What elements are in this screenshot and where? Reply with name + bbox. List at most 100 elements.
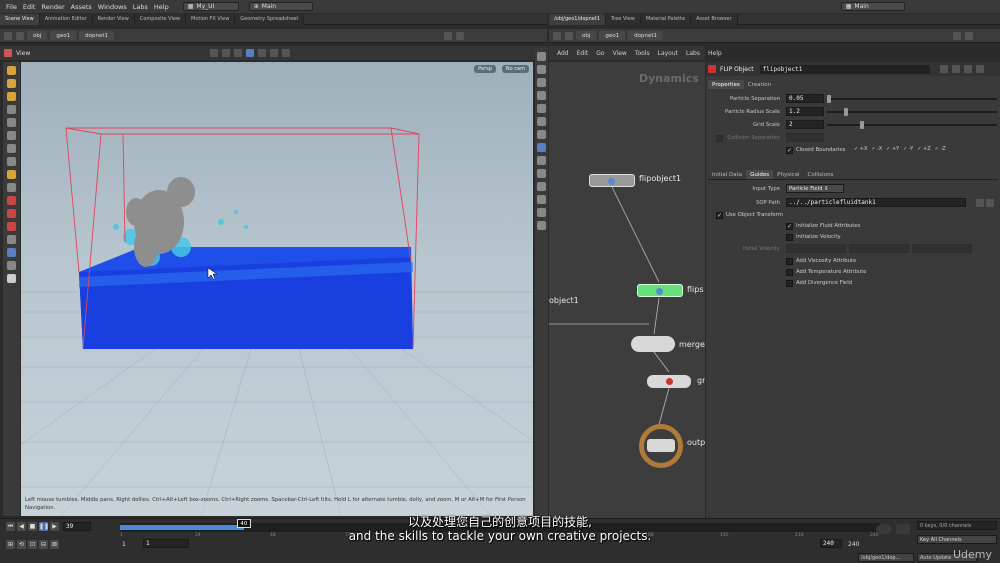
- move-tool-icon[interactable]: [7, 79, 16, 88]
- tab-properties[interactable]: Properties: [708, 80, 744, 89]
- particle-radius-knob[interactable]: [843, 108, 848, 116]
- shading-tool-icon[interactable]: [7, 274, 16, 283]
- display-icon-11[interactable]: [537, 182, 546, 191]
- select-tool-icon[interactable]: [7, 66, 16, 75]
- display-icon-10[interactable]: [537, 169, 546, 178]
- no-cam-button[interactable]: No cam: [501, 65, 529, 73]
- particle-separation-knob[interactable]: [827, 95, 831, 103]
- select-mode-icon[interactable]: [246, 49, 255, 57]
- light-tool-icon[interactable]: [7, 170, 16, 179]
- boundary-px[interactable]: ✓ +X: [854, 146, 867, 152]
- node-output[interactable]: [639, 424, 683, 468]
- snap-icon[interactable]: [210, 49, 219, 57]
- crumb-dopnet1[interactable]: dopnet1: [79, 31, 115, 40]
- view-tool-icon[interactable]: [7, 131, 16, 140]
- rotate-tool-icon[interactable]: [7, 92, 16, 101]
- desktop-select-right[interactable]: ▦ Main: [840, 2, 905, 11]
- net-menu-tools[interactable]: Tools: [635, 50, 650, 57]
- pin-icon[interactable]: [444, 31, 453, 40]
- tab-initial-data[interactable]: Initial Data: [708, 170, 746, 179]
- lock-icon[interactable]: [270, 49, 279, 57]
- ghost-tool-icon[interactable]: [7, 261, 16, 270]
- menu-file[interactable]: File: [6, 3, 17, 11]
- particle-separation-slider[interactable]: [827, 98, 997, 100]
- menu-labs[interactable]: Labs: [133, 3, 148, 11]
- net-menu-go[interactable]: Go: [596, 50, 604, 57]
- display-icon-8[interactable]: [537, 143, 546, 152]
- particle-radius-field[interactable]: 1.2: [786, 107, 824, 116]
- node-flip-solver[interactable]: [637, 284, 683, 297]
- boundary-py[interactable]: ✓ +Y: [886, 146, 899, 152]
- boundary-nx[interactable]: ✓ -X: [871, 146, 882, 152]
- sop-path-jump-icon[interactable]: [976, 199, 984, 207]
- display-icon-6[interactable]: [537, 117, 546, 126]
- display-icon-3[interactable]: [537, 78, 546, 87]
- param-help-icon[interactable]: [951, 65, 960, 73]
- tab-asset-browser[interactable]: Asset Browser: [691, 13, 738, 25]
- tab-physical[interactable]: Physical: [773, 170, 803, 179]
- menu-windows[interactable]: Windows: [98, 3, 127, 11]
- node-gravity[interactable]: [647, 375, 691, 388]
- net-forward-icon[interactable]: [565, 31, 573, 40]
- display-icon-4[interactable]: [537, 91, 546, 100]
- param-node-name[interactable]: flipobject1: [759, 64, 930, 74]
- grid-scale-knob[interactable]: [860, 121, 865, 129]
- display-icon-2[interactable]: [537, 65, 546, 74]
- particle-separation-field[interactable]: 0.05: [786, 94, 824, 103]
- param-info-icon[interactable]: [963, 65, 972, 73]
- net-link-icon[interactable]: [965, 31, 974, 40]
- desktop-select-left[interactable]: ⊕ Main: [248, 2, 313, 11]
- display-tool-icon[interactable]: [7, 248, 16, 257]
- display-icon-13[interactable]: [537, 208, 546, 217]
- node-flipobject1[interactable]: [589, 174, 635, 187]
- pose-tool-icon[interactable]: [7, 105, 16, 114]
- menu-edit[interactable]: Edit: [23, 3, 36, 11]
- display-icon-14[interactable]: [537, 221, 546, 230]
- display-icon-5[interactable]: [537, 104, 546, 113]
- wire-tool-icon[interactable]: [7, 235, 16, 244]
- net-menu-labs[interactable]: Labs: [686, 50, 700, 57]
- snap-point-icon[interactable]: [234, 49, 243, 57]
- display-icon-1[interactable]: [537, 52, 546, 61]
- shelf-set-select[interactable]: ▦ My_UI: [182, 2, 239, 11]
- camera-icon[interactable]: [258, 49, 267, 57]
- initial-velocity-x[interactable]: [786, 244, 846, 253]
- tab-collisions[interactable]: Collisions: [804, 170, 838, 179]
- menu-render[interactable]: Render: [41, 3, 64, 11]
- net-menu-view[interactable]: View: [613, 50, 627, 57]
- node-merge[interactable]: [631, 336, 675, 352]
- tab-render-view[interactable]: Render View: [92, 13, 135, 25]
- display-options-icon[interactable]: [282, 49, 291, 57]
- closed-boundaries-checkbox[interactable]: ✓: [786, 147, 793, 154]
- render-tool-icon[interactable]: [7, 196, 16, 205]
- particle-radius-slider[interactable]: [827, 111, 997, 113]
- brush-tool-icon[interactable]: [7, 144, 16, 153]
- status-path[interactable]: /obj/geo1/dop...: [858, 553, 914, 562]
- init-fluid-attrs-checkbox[interactable]: ✓: [786, 223, 793, 230]
- net-menu-edit[interactable]: Edit: [577, 50, 589, 57]
- param-pin-icon[interactable]: [975, 65, 984, 73]
- scene-viewport[interactable]: Persp No cam Left mouse tumbles. Middle …: [21, 62, 533, 516]
- tab-animation-editor[interactable]: Animation Editor: [39, 13, 93, 25]
- camera-tool-icon[interactable]: [7, 183, 16, 192]
- link-icon[interactable]: [456, 31, 465, 40]
- net-crumb-obj[interactable]: obj: [576, 31, 597, 40]
- net-menu-add[interactable]: Add: [557, 50, 569, 57]
- input-type-select[interactable]: Particle Field ⇕: [786, 184, 844, 193]
- add-viscosity-checkbox[interactable]: [786, 258, 793, 265]
- net-menu-help[interactable]: Help: [708, 50, 722, 57]
- viewport-close-icon[interactable]: [4, 49, 12, 57]
- tab-network-path[interactable]: /obj/geo1/dopnet1: [549, 13, 606, 25]
- add-temperature-checkbox[interactable]: [786, 269, 793, 276]
- tab-composite-view[interactable]: Composite View: [134, 13, 186, 25]
- net-crumb-dopnet1[interactable]: dopnet1: [628, 31, 664, 40]
- tab-creation[interactable]: Creation: [744, 80, 775, 89]
- param-gear-icon[interactable]: [939, 65, 948, 73]
- boundary-nz[interactable]: ✓ -Z: [935, 146, 946, 152]
- initial-velocity-y[interactable]: [849, 244, 909, 253]
- boundary-pz[interactable]: ✓ +Z: [917, 146, 930, 152]
- magnet-red-icon[interactable]: [7, 222, 16, 231]
- tab-guides[interactable]: Guides: [746, 170, 774, 179]
- add-divergence-checkbox[interactable]: [786, 280, 793, 287]
- net-menu-layout[interactable]: Layout: [658, 50, 678, 57]
